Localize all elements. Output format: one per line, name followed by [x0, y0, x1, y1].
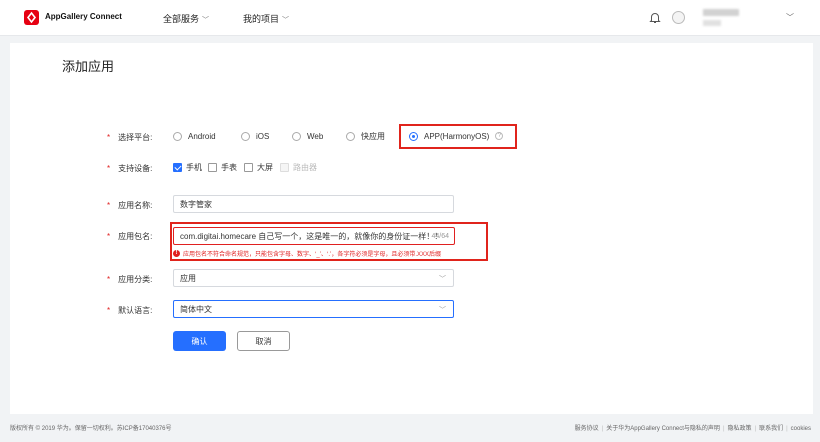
- confirm-button[interactable]: 确认: [173, 331, 226, 351]
- checkbox-phone-label: 手机: [186, 163, 202, 172]
- radio-web-label: Web: [307, 131, 324, 141]
- platform-label: * 选择平台:: [107, 133, 153, 142]
- app-name-input[interactable]: 数字管家: [173, 195, 454, 213]
- radio-ios[interactable]: iOS: [241, 130, 269, 142]
- checkbox-phone[interactable]: 手机: [173, 162, 202, 173]
- checkbox-big-screen-label: 大屏: [257, 163, 273, 172]
- footer-link-contact[interactable]: 联系我们: [759, 426, 783, 432]
- radio-web[interactable]: Web: [292, 130, 323, 142]
- page-title: 添加应用: [62, 59, 115, 74]
- huawei-logo-icon[interactable]: [24, 10, 39, 25]
- nav-all-services-label: 全部服务: [163, 14, 200, 24]
- user-name-blurred[interactable]: [703, 9, 741, 27]
- chevron-down-icon[interactable]: ﹀: [786, 12, 794, 23]
- category-select[interactable]: 应用 ﹀: [173, 269, 454, 287]
- checkbox-box: [208, 163, 217, 172]
- footer-link-cookies[interactable]: cookies: [791, 426, 811, 432]
- app-name-label: * 应用名称:: [107, 201, 153, 210]
- footer-link-privacy-statement[interactable]: 关于华为AppGallery Connect与隐私的声明: [606, 426, 720, 432]
- checkbox-box: [244, 163, 253, 172]
- category-value: 应用: [180, 273, 196, 283]
- chevron-down-icon: ﹀: [282, 17, 290, 24]
- chevron-down-icon: ﹀: [202, 17, 210, 24]
- radio-circle: [173, 131, 182, 141]
- app-name-value: 数字管家: [180, 199, 212, 209]
- radio-quick-app[interactable]: 快应用: [346, 130, 385, 142]
- nav-my-projects-label: 我的项目: [243, 14, 280, 24]
- avatar[interactable]: [672, 11, 685, 24]
- radio-quick-app-label: 快应用: [361, 131, 385, 141]
- radio-circle: [241, 131, 250, 141]
- language-label-text: 默认语言:: [118, 306, 153, 315]
- footer-link-privacy-policy[interactable]: 隐私政策: [728, 426, 752, 432]
- devices-label: * 支持设备:: [107, 164, 153, 173]
- cancel-button[interactable]: 取消: [237, 331, 290, 351]
- checkbox-watch[interactable]: 手表: [208, 162, 237, 173]
- language-select[interactable]: 简体中文 ﹀: [173, 300, 454, 318]
- checkbox-router: 路由器: [280, 162, 317, 173]
- radio-circle: [346, 131, 355, 141]
- package-name-label-text: 应用包名:: [118, 232, 153, 241]
- checkbox-box-checked: [173, 163, 182, 172]
- footer-link-terms[interactable]: 服务协议: [575, 426, 599, 432]
- top-bar: AppGallery Connect 全部服务 ﹀ 我的项目 ﹀ ﹀: [0, 0, 820, 36]
- package-name-label: * 应用包名:: [107, 232, 153, 241]
- nav-all-services[interactable]: 全部服务 ﹀: [163, 12, 209, 25]
- footer-copyright: 版权所有 © 2019 华为。保留一切权利。苏ICP备17040376号: [10, 426, 172, 432]
- app-name-label-text: 应用名称:: [118, 201, 153, 210]
- radio-circle: [292, 131, 301, 141]
- radio-android[interactable]: Android: [173, 130, 216, 142]
- radio-android-label: Android: [188, 131, 216, 141]
- checkbox-big-screen[interactable]: 大屏: [244, 162, 273, 173]
- footer-links: 服务协议 | 关于华为AppGallery Connect与隐私的声明 | 隐私政策 | 联…: [574, 426, 811, 432]
- category-label: * 应用分类:: [107, 275, 153, 284]
- nav-my-projects[interactable]: 我的项目 ﹀: [243, 12, 289, 25]
- language-value: 简体中文: [180, 304, 212, 314]
- chevron-down-icon: ﹀: [439, 276, 446, 283]
- category-label-text: 应用分类:: [118, 275, 153, 284]
- language-label: * 默认语言:: [107, 306, 153, 315]
- checkbox-router-label: 路由器: [293, 163, 317, 172]
- devices-label-text: 支持设备:: [118, 164, 153, 173]
- app-title[interactable]: AppGallery Connect: [45, 12, 122, 21]
- highlight-box-platform: [399, 124, 517, 149]
- bell-icon[interactable]: [649, 11, 661, 24]
- platform-label-text: 选择平台:: [118, 133, 153, 142]
- checkbox-watch-label: 手表: [221, 163, 237, 172]
- checkbox-box-disabled: [280, 163, 289, 172]
- chevron-down-icon: ﹀: [439, 307, 446, 314]
- radio-ios-label: iOS: [256, 131, 270, 141]
- highlight-box-package: [170, 222, 488, 261]
